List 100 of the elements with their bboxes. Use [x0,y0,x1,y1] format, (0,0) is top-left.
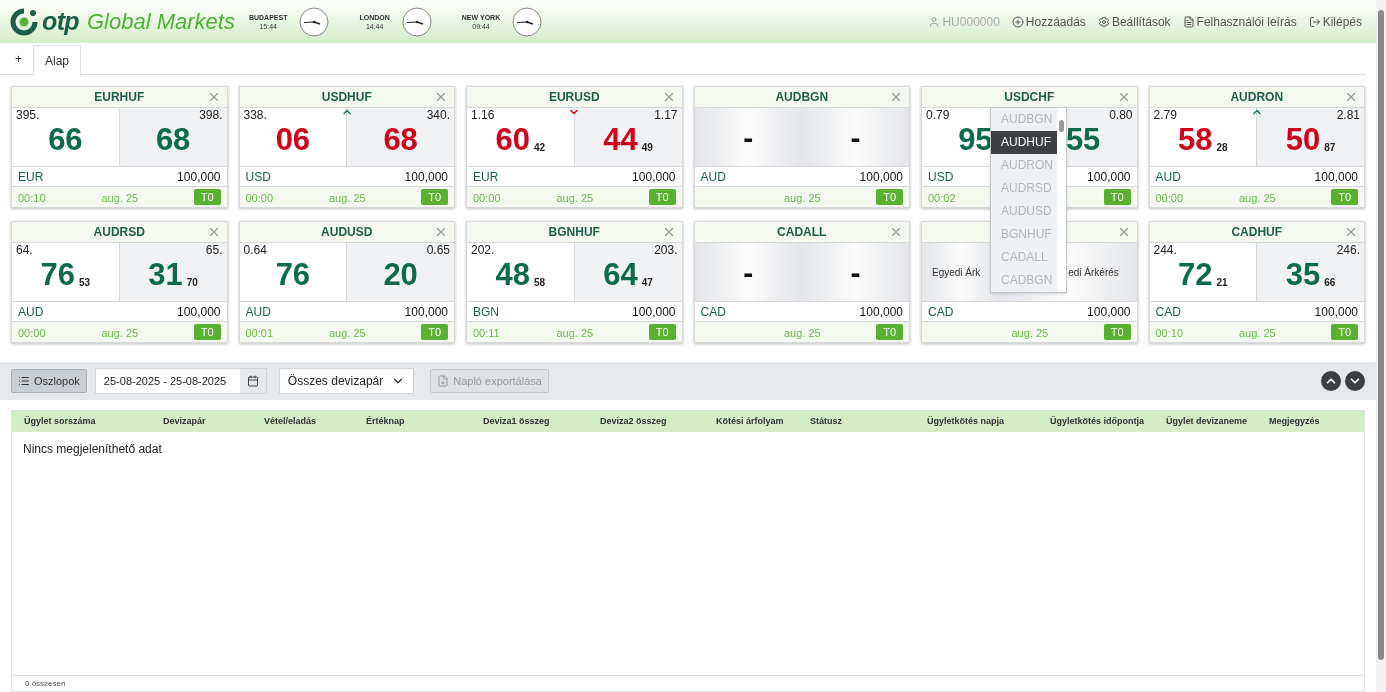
amount-field[interactable]: 100,000 [1314,302,1358,321]
header-link[interactable]: Beállítások [1097,12,1171,31]
price-pips: 28 [1216,141,1228,155]
bid-price[interactable]: 58 [1178,123,1213,157]
column-header[interactable]: Megjegyzés [1269,414,1359,429]
currency-pair-title: BGNHUF [548,224,600,241]
column-header[interactable]: Kötési árfolyam [716,414,810,429]
amount-field[interactable]: 100,000 [1087,302,1131,321]
bid-price[interactable]: 48 [495,258,531,292]
price-field: - [801,243,909,301]
close-icon[interactable] [434,225,448,239]
bid-price[interactable]: 76 [275,258,311,292]
bid-price-prefix: 395. [16,108,40,123]
amount-field[interactable]: 100,000 [1314,167,1358,186]
currency-label: AUD [700,168,726,186]
column-header[interactable]: Deviza2 összeg [600,414,716,429]
list-icon [18,375,30,387]
currency-label: USD [928,168,954,186]
bid-price-prefix: 338. [243,108,267,123]
columns-button[interactable]: Oszlopok [11,369,87,393]
column-header[interactable]: Devizapár [163,414,264,429]
price-pips: 42 [534,141,546,155]
scroll-down-button[interactable] [1345,371,1365,391]
value-date: aug. 25 [556,327,594,339]
amount-field[interactable]: 100,000 [404,167,448,186]
currency-pair-title: AUDRON [1230,89,1284,106]
close-icon[interactable] [1344,225,1358,239]
currency-pair-select[interactable]: Összes devizapár [278,368,415,394]
amount-field[interactable]: 100,000 [404,302,448,321]
bid-price[interactable]: 06 [275,123,311,157]
currency-label: EUR [473,168,499,186]
currency-pair-title: USDCHF [1004,89,1055,106]
value-date: aug. 25 [101,192,139,204]
countdown-time: 00:01 [245,327,274,339]
column-header[interactable]: Ügylet devizaneme [1166,414,1269,429]
price-pips: 47 [641,276,653,290]
price-pips: 70 [186,276,198,290]
custom-quote-label: Egyedi Árk [932,265,981,280]
file-download-icon [437,375,450,387]
ask-price[interactable]: 35 [1285,258,1321,292]
price-pips: 66 [1324,276,1336,290]
currency-pair-title: EURHUF [94,89,145,106]
close-icon[interactable] [889,225,903,239]
bid-price[interactable]: 72 [1178,258,1213,292]
bid-price[interactable]: 60 [495,123,531,157]
currency-label: AUD [245,303,271,321]
calendar-icon [246,375,259,387]
value-date: aug. 25 [1238,192,1276,204]
amount-field[interactable]: 100,000 [859,302,903,321]
ask-price[interactable]: 64 [603,258,638,292]
column-header[interactable]: Ügylet sorszáma [24,414,163,429]
amount-field[interactable]: 100,000 [632,167,676,186]
tab[interactable]: + [4,44,33,74]
price-pips: 53 [79,276,91,290]
value-date: aug. 25 [328,327,366,339]
bid-price-prefix: 64. [16,243,33,258]
amount-field[interactable]: 100,000 [177,167,221,186]
bid-price-prefix: 0.79 [926,108,950,123]
countdown-time: 00:02 [928,192,956,204]
header-link[interactable]: Kilépés [1308,12,1362,31]
column-header[interactable]: Deviza1 összeg [483,414,600,429]
export-log-button: Napló exportálása [430,369,549,393]
column-header[interactable]: Státusz [810,414,927,429]
ask-price[interactable]: 68 [155,123,191,157]
bid-price[interactable]: 76 [40,258,76,292]
close-icon[interactable] [889,90,903,104]
amount-field[interactable]: 100,000 [859,167,903,186]
ask-price-prefix: 0.65 [426,243,450,258]
header-link[interactable]: Felhasználói leírás [1182,12,1297,31]
column-header[interactable]: Ügyletkötés időpontja [1050,414,1166,429]
tab[interactable]: Alap [33,45,82,75]
amount-field[interactable]: 100,000 [632,302,676,321]
header-link[interactable]: Hozzáadás [1011,12,1086,31]
ask-price[interactable]: 50 [1285,123,1321,157]
ask-price[interactable]: 20 [383,258,418,292]
dropdown-option[interactable]: AUDHUF [991,131,1057,154]
value-date: aug. 25 [783,327,821,339]
close-icon[interactable] [434,90,448,104]
bid-price[interactable]: 66 [48,123,83,157]
amount-field[interactable]: 100,000 [177,302,221,321]
amount-field[interactable]: 100,000 [1087,167,1131,186]
price-field: - [801,108,909,166]
date-range-field[interactable]: 25-08-2025 - 25-08-2025 [94,368,267,394]
price-field: - [694,108,802,166]
price-pips: 21 [1216,276,1228,290]
close-icon[interactable] [1344,90,1358,104]
ask-price[interactable]: 31 [148,258,183,292]
ask-price-prefix: 203. [654,243,678,258]
ask-price[interactable]: 44 [603,123,638,157]
value-date: aug. 25 [1238,327,1276,339]
column-header[interactable]: Értéknap [366,414,483,429]
currency-pair-title: AUDUSD [321,224,373,241]
ask-price[interactable]: 55 [1065,123,1101,157]
ask-price[interactable]: 68 [383,123,418,157]
scroll-up-button[interactable] [1321,371,1341,391]
scrollbar-thumb[interactable] [1059,120,1064,132]
ask-price-prefix: 398. [199,108,223,123]
column-header[interactable]: Vétel/eladás [264,414,366,429]
column-header[interactable]: Ügyletkötés napja [927,414,1050,429]
scrollbar[interactable] [1376,0,1386,692]
